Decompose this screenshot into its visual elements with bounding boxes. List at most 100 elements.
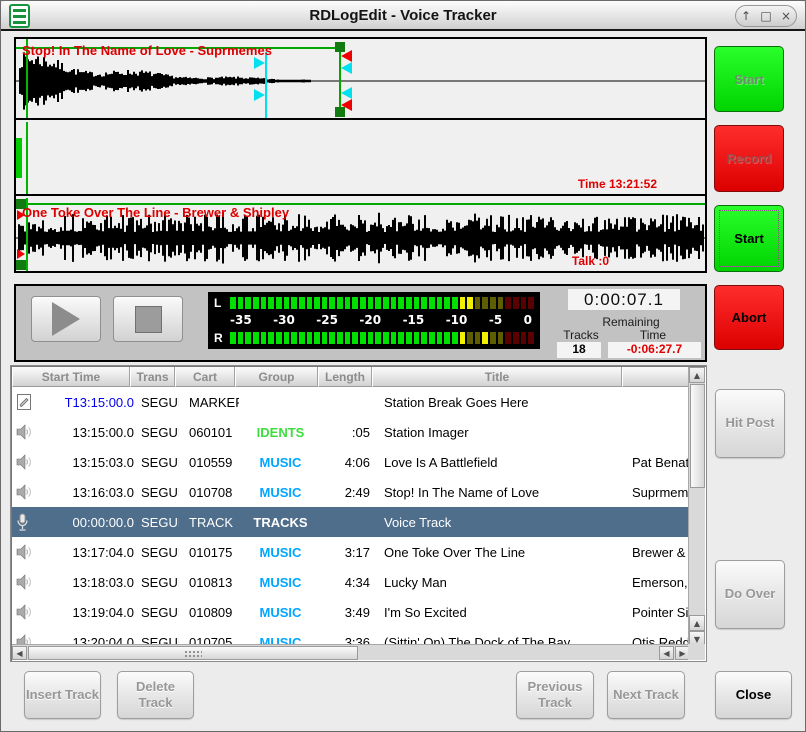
column-title[interactable]: Title	[372, 367, 622, 387]
do-over-button[interactable]: Do Over	[715, 560, 785, 629]
start-marker-bottom[interactable]	[17, 249, 25, 259]
scrollbar-corner	[688, 644, 705, 660]
meter-left-segments	[230, 297, 534, 309]
waveform-panel-next-track[interactable]: One Toke Over The Line - Brewer & Shiple…	[16, 198, 705, 271]
meter-right-segments	[230, 332, 534, 344]
tracks-remaining-value: 18	[557, 342, 601, 358]
scroll-up-icon[interactable]: ▲	[689, 367, 705, 383]
record-button[interactable]: Record	[714, 125, 784, 192]
speaker-icon	[16, 574, 44, 590]
column-trans[interactable]: Trans	[130, 367, 175, 387]
cell-trans: SEGUE	[134, 575, 179, 590]
cell-length: 4:06	[322, 455, 376, 470]
cell-title: Station Break Goes Here	[376, 395, 626, 410]
table-row[interactable]: T13:15:00.0SEGUEMARKERStation Break Goes…	[12, 387, 690, 417]
time-remaining-value: -0:06:27.7	[608, 342, 701, 358]
speaker-icon	[16, 544, 44, 560]
start-next-button[interactable]: Start	[714, 205, 784, 272]
speaker-icon	[16, 454, 44, 470]
table-row[interactable]: 13:15:03.0SEGUE010559MUSIC4:06Love Is A …	[12, 447, 690, 477]
cell-trans: SEGUE	[134, 395, 179, 410]
cell-title: Voice Track	[376, 515, 626, 530]
log-table: Start Time Trans Cart Group Length Title…	[10, 365, 707, 662]
cell-title: One Toke Over The Line	[376, 545, 626, 560]
cell-trans: SEGUE	[134, 485, 179, 500]
fade-handle-bottom[interactable]	[254, 89, 265, 101]
cell-cart: 010813	[179, 575, 239, 590]
cell-cart: 010708	[179, 485, 239, 500]
hit-post-button[interactable]: Hit Post	[715, 389, 785, 458]
fade-marker-bottom[interactable]	[341, 87, 352, 99]
column-group[interactable]: Group	[235, 367, 318, 387]
scroll-left2-icon[interactable]: ◀	[659, 646, 674, 660]
close-button[interactable]: Close	[715, 671, 792, 719]
cell-artist: Pointer Sisters	[626, 605, 688, 620]
end-marker-top[interactable]	[341, 50, 352, 62]
horizontal-scroll-thumb[interactable]	[28, 646, 358, 660]
delete-track-button[interactable]: Delete Track	[117, 671, 194, 719]
play-button[interactable]	[31, 296, 101, 342]
log-table-header: Start Time Trans Cart Group Length Title	[12, 367, 690, 387]
scale-tick: 0	[524, 313, 532, 327]
cell-group: MUSIC	[239, 485, 322, 500]
fade-handle-top[interactable]	[254, 57, 265, 69]
shade-icon[interactable]: ↑	[736, 6, 756, 26]
cell-group: MUSIC	[239, 605, 322, 620]
title-bar[interactable]: RDLogEdit - Voice Tracker ↑ □ ×	[1, 1, 805, 31]
voice-tracker-window: RDLogEdit - Voice Tracker ↑ □ × Stop! In…	[0, 0, 806, 732]
scroll-up2-icon[interactable]: ▲	[689, 615, 705, 631]
table-row[interactable]: 13:16:03.0SEGUE010708MUSIC2:49Stop! In T…	[12, 477, 690, 507]
cell-group: IDENTS	[239, 425, 322, 440]
record-region-bar	[16, 138, 22, 178]
cell-cart: 010809	[179, 605, 239, 620]
maximize-icon[interactable]: □	[756, 6, 776, 26]
column-length[interactable]: Length	[318, 367, 372, 387]
meter-scale: -35-30-25-20-15-10-50	[230, 311, 532, 329]
abort-button[interactable]: Abort	[714, 285, 784, 350]
cell-trans: SEGUE	[134, 455, 179, 470]
scale-tick: -25	[316, 313, 338, 327]
scale-tick: -15	[403, 313, 425, 327]
previous-track-button[interactable]: Previous Track	[516, 671, 594, 719]
waveform-panel-voicetrack[interactable]: Time 13:21:52	[16, 122, 705, 196]
table-row[interactable]: 00:00:00.0SEGUETRACKTRACKSVoice Track	[12, 507, 690, 537]
scroll-left-icon[interactable]: ◀	[12, 646, 27, 660]
cell-start-time: 13:15:00.0	[44, 425, 134, 440]
right-channel-label: R	[214, 331, 230, 345]
window-title: RDLogEdit - Voice Tracker	[1, 1, 805, 29]
stop-button[interactable]	[113, 296, 183, 342]
meter-panel: L -35-30-25-20-15-10-50 R 0:00:07.1 Rema…	[14, 284, 707, 362]
end-marker-bottom[interactable]	[341, 99, 352, 111]
table-row[interactable]: 13:15:00.0SEGUE060101IDENTS:05Station Im…	[12, 417, 690, 447]
log-table-rows: T13:15:00.0SEGUEMARKERStation Break Goes…	[12, 387, 690, 646]
next-track-button[interactable]: Next Track	[607, 671, 685, 719]
cell-artist: Suprmemes	[626, 485, 688, 500]
speaker-icon	[16, 604, 44, 620]
cell-group: MUSIC	[239, 575, 322, 590]
table-row[interactable]: 13:17:04.0SEGUE010175MUSIC3:17One Toke O…	[12, 537, 690, 567]
cell-group: MUSIC	[239, 545, 322, 560]
horizontal-scrollbar[interactable]: ◀ ◀ ▶	[12, 644, 690, 660]
start-marker-top[interactable]	[17, 210, 25, 220]
column-artist[interactable]	[622, 367, 690, 387]
cell-cart: 010175	[179, 545, 239, 560]
note-icon	[16, 393, 44, 411]
cell-cart: 060101	[179, 425, 239, 440]
cell-start-time: 13:15:03.0	[44, 455, 134, 470]
close-icon[interactable]: ×	[776, 6, 796, 26]
vertical-scroll-thumb[interactable]	[690, 384, 705, 488]
column-start-time[interactable]: Start Time	[12, 367, 130, 387]
start-previous-button[interactable]: Start	[714, 46, 784, 112]
waveform-panel-previous-track[interactable]: Stop! In The Name of Love - Suprmemes	[16, 39, 705, 120]
cell-length: 4:34	[322, 575, 376, 590]
insert-track-button[interactable]: Insert Track	[24, 671, 101, 719]
vertical-scrollbar[interactable]: ▲ ▲ ▼	[688, 367, 705, 647]
stop-icon	[135, 306, 162, 333]
cell-start-time: 00:00:00.0	[44, 515, 134, 530]
table-row[interactable]: 13:18:03.0SEGUE010813MUSIC4:34Lucky ManE…	[12, 567, 690, 597]
start-handle-bottom[interactable]	[16, 260, 26, 270]
start-handle-top[interactable]	[16, 199, 26, 209]
fade-marker-top[interactable]	[341, 62, 352, 74]
table-row[interactable]: 13:19:04.0SEGUE010809MUSIC3:49I'm So Exc…	[12, 597, 690, 627]
column-cart[interactable]: Cart	[175, 367, 235, 387]
